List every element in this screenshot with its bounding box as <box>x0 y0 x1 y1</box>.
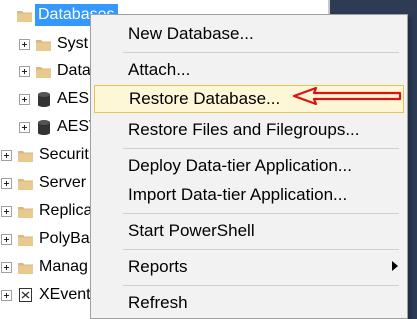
expand-icon[interactable] <box>19 121 30 133</box>
expand-icon[interactable] <box>1 149 12 161</box>
expand-icon[interactable] <box>19 65 30 77</box>
menu-separator <box>123 148 399 149</box>
menu-item-label: Attach... <box>128 60 191 79</box>
folder-icon <box>18 232 33 247</box>
menu-item-reports[interactable]: Reports <box>94 253 404 281</box>
menu-separator <box>123 249 399 250</box>
menu-item-deploy-data-tier[interactable]: Deploy Data-tier Application... <box>94 152 404 180</box>
tree-label: Data <box>57 62 91 79</box>
menu-item-import-data-tier[interactable]: Import Data-tier Application... <box>94 181 404 209</box>
folder-icon <box>18 260 33 275</box>
tree-node-polybase[interactable]: PolyBa <box>1 227 90 251</box>
menu-item-label: Refresh <box>128 293 188 312</box>
tree-node-system-databases[interactable]: Syst <box>19 32 88 56</box>
background-panel <box>330 0 417 15</box>
tree-node-database-aesv[interactable]: AESV <box>19 115 100 139</box>
folder-icon <box>36 37 51 52</box>
context-menu: New Database... Attach... Restore Databa… <box>90 14 408 319</box>
tree-label: AES <box>57 90 90 107</box>
menu-item-new-database[interactable]: New Database... <box>94 20 404 48</box>
expand-icon[interactable] <box>19 93 30 105</box>
menu-item-label: Deploy Data-tier Application... <box>128 156 352 175</box>
folder-icon <box>36 64 51 79</box>
expand-icon[interactable] <box>1 205 12 217</box>
tree-label: Syst <box>57 35 89 52</box>
menu-item-label: Restore Files and Filegroups... <box>128 120 360 139</box>
folder-icon <box>17 8 32 23</box>
tree-node-security[interactable]: Securit <box>1 143 89 167</box>
menu-item-label: Restore Database... <box>129 89 281 108</box>
folder-icon <box>18 148 33 163</box>
tree-label: XEvent <box>39 286 91 303</box>
tree-label: Replica <box>39 202 93 219</box>
expand-icon[interactable] <box>1 289 12 301</box>
menu-item-label: Import Data-tier Application... <box>128 185 348 204</box>
menu-item-label: Start PowerShell <box>128 221 255 240</box>
expand-icon[interactable] <box>19 38 30 50</box>
menu-item-attach[interactable]: Attach... <box>94 56 404 84</box>
expand-icon[interactable] <box>1 261 12 273</box>
tree-label: PolyBa <box>39 230 90 247</box>
expand-icon[interactable] <box>1 177 12 189</box>
annotation-arrow-icon <box>292 86 402 106</box>
folder-icon <box>18 204 33 219</box>
tree-label: Securit <box>39 146 89 163</box>
expand-icon[interactable] <box>1 233 12 245</box>
menu-item-label: New Database... <box>128 24 254 43</box>
tree-label: Manag <box>39 258 88 275</box>
menu-item-start-powershell[interactable]: Start PowerShell <box>94 217 404 245</box>
folder-icon <box>18 176 33 191</box>
tree-node-database-aes[interactable]: AES <box>19 87 89 111</box>
menu-item-label: Reports <box>128 257 188 276</box>
menu-separator <box>123 52 399 53</box>
tree-node-management[interactable]: Manag <box>1 255 88 279</box>
tree-label: Server <box>39 174 87 191</box>
submenu-arrow-icon <box>392 261 398 271</box>
tree-node-database-snapshots[interactable]: Data <box>19 59 91 83</box>
tree-node-replication[interactable]: Replica <box>1 199 92 223</box>
menu-separator <box>123 213 399 214</box>
xevent-icon <box>18 288 33 303</box>
tree-node-server-objects[interactable]: Server <box>1 171 86 195</box>
tree-node-xevent-profiler[interactable]: XEvent <box>1 283 91 307</box>
database-icon <box>36 119 51 135</box>
menu-item-restore-files-filegroups[interactable]: Restore Files and Filegroups... <box>94 116 404 144</box>
menu-separator <box>123 285 399 286</box>
menu-item-refresh[interactable]: Refresh <box>94 289 404 317</box>
database-icon <box>36 91 51 107</box>
